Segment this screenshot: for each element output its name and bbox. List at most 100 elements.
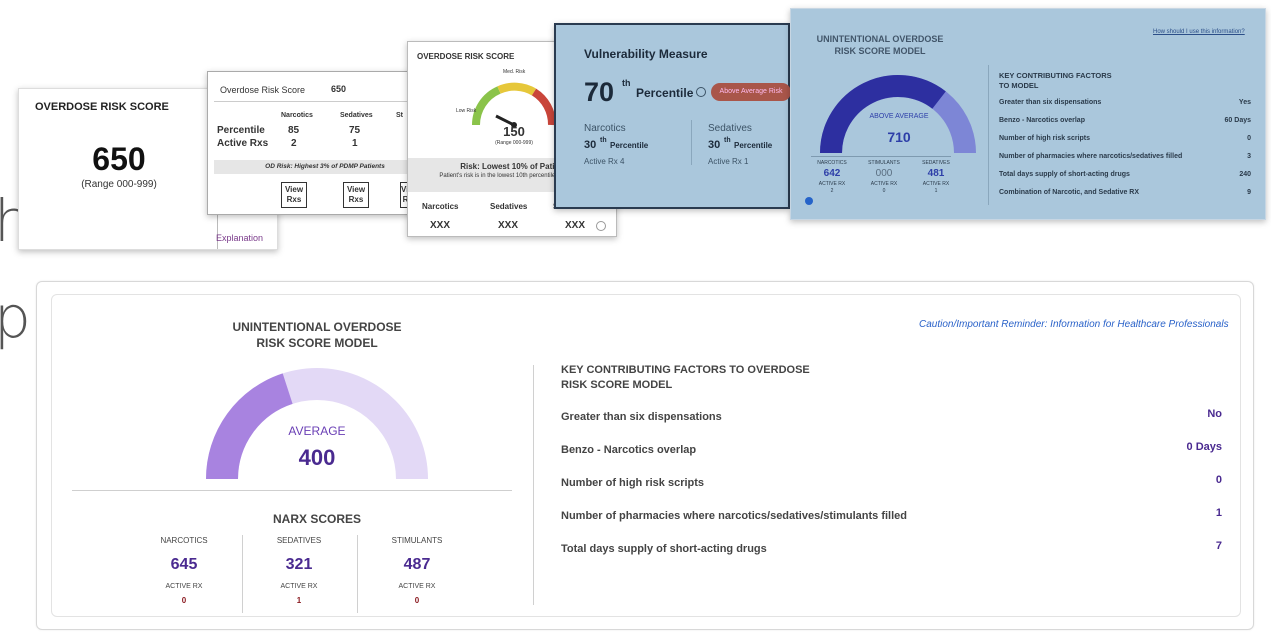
factor-value: No [1207, 408, 1222, 420]
narx-active-value: 0 [882, 188, 886, 194]
narx-value-narcotics: 645 [170, 556, 198, 573]
divider [691, 120, 692, 165]
factor-value: Yes [1238, 99, 1251, 106]
row-label-active-rxs: Active Rxs [217, 138, 269, 149]
card-title: UNINTENTIONAL OVERDOSE RISK SCORE MODEL [811, 33, 949, 57]
gauge-label: AVERAGE [288, 424, 346, 438]
card-title: OVERDOSE RISK SCORE [35, 101, 169, 113]
factor-label: Number of pharmacies where narcotics/sed… [561, 510, 908, 522]
column-value: XXX [565, 220, 586, 231]
percentile-label: Percentile [636, 86, 694, 100]
cell-value: 1 [352, 138, 358, 149]
factor-value: 240 [1239, 171, 1251, 178]
narx-label-narcotics: NARCOTICS [160, 536, 208, 545]
narx-active-label: ACTIVE RX [165, 583, 203, 590]
how-to-use-link[interactable]: How should I use this information? [1153, 29, 1245, 35]
divider [242, 535, 243, 613]
cell-value: 75 [349, 125, 361, 136]
narcotics-active-rx: Active Rx 4 [584, 157, 625, 166]
narx-active-value: 2 [830, 188, 834, 194]
factor-value: 9 [1247, 189, 1251, 196]
info-icon[interactable] [696, 87, 706, 97]
risk-score: 650 [92, 141, 146, 177]
narcotics-percentile-suffix: th [600, 137, 607, 144]
factor-label: Benzo - Narcotics overlap [999, 117, 1085, 124]
sedatives-active-rx: Active Rx 1 [708, 157, 749, 166]
narx-label-stimulants: STIMULANTS [391, 536, 443, 545]
factor-label: Number of high risk scripts [999, 135, 1091, 142]
factors-title-line2: TO MODEL [999, 81, 1039, 90]
divider [988, 65, 989, 205]
narx-label-stimulants: STIMULANTS [868, 160, 900, 166]
score-range: (Range 000-999) [495, 140, 533, 146]
cell-value: 85 [288, 125, 300, 136]
info-icon[interactable] [805, 197, 813, 205]
percentile-suffix: th [622, 78, 631, 88]
caution-link[interactable]: Caution/Important Reminder: Information … [919, 319, 1229, 330]
row-label-percentile: Percentile [217, 125, 265, 136]
panel-inner: UNINTENTIONAL OVERDOSE RISK SCORE MODEL … [51, 294, 1241, 617]
risk-score: 650 [331, 84, 347, 94]
narx-value-stimulants: 487 [403, 556, 431, 573]
factor-label: Benzo - Narcotics overlap [561, 444, 697, 456]
explanation-link[interactable]: Explanation [216, 233, 263, 243]
divider [357, 535, 358, 613]
card-title-line1: UNINTENTIONAL OVERDOSE [816, 34, 944, 44]
unintentional-overdose-card-v1: UNINTENTIONAL OVERDOSE RISK SCORE MODEL … [790, 8, 1266, 220]
narx-value-sedatives: 481 [927, 168, 945, 179]
divider [533, 365, 534, 605]
factor-value: 0 [1247, 135, 1251, 142]
column-header-stimulants: St [396, 112, 403, 119]
sedatives-percentile-label: Percentile [734, 141, 773, 150]
narcotics-percentile-label: Percentile [610, 141, 649, 150]
divider [811, 156, 951, 157]
factors-title-line1: KEY CONTRIBUTING FACTORS [999, 71, 1112, 80]
factor-value: 0 Days [1186, 441, 1222, 453]
factor-label: Total days supply of short-acting drugs [999, 171, 1130, 178]
cell-value: 2 [291, 138, 297, 149]
factor-value: 0 [1215, 474, 1222, 486]
narx-value-sedatives: 321 [285, 556, 313, 573]
narx-scores-title: NARX SCORES [272, 512, 361, 526]
view-rxs-button[interactable]: View Rxs [343, 182, 369, 208]
gauge-value: 400 [298, 445, 336, 470]
gauge-med-label: Med. Risk [503, 69, 526, 75]
narx-active-label: ACTIVE RX [870, 181, 898, 187]
factor-label: Combination of Narcotic, and Sedative RX [999, 189, 1140, 196]
card-title: Vulnerability Measure [584, 47, 708, 61]
risk-note: OD Risk: Highest 3% of PDMP Patients [214, 160, 436, 174]
sedatives-percentile-suffix: th [724, 137, 731, 144]
divider [72, 490, 512, 491]
overdose-risk-panel: UNINTENTIONAL OVERDOSE RISK SCORE MODEL … [36, 281, 1254, 630]
panel-title-line1: UNINTENTIONAL OVERDOSE [232, 320, 402, 334]
narcotics-percentile-value: 30 [584, 139, 597, 151]
gauge-label: ABOVE AVERAGE [869, 113, 929, 120]
factor-value: 60 Days [1224, 117, 1251, 124]
risk-score: 150 [503, 124, 525, 139]
narx-label-sedatives: SEDATIVES [276, 536, 322, 545]
factors-title-line1: KEY CONTRIBUTING FACTORS TO OVERDOSE [561, 364, 810, 376]
view-rxs-button[interactable]: View Rxs [281, 182, 307, 208]
factors-title: KEY CONTRIBUTING FACTORS TO MODEL [999, 71, 1112, 91]
narx-active-label: ACTIVE RX [818, 181, 846, 187]
gauge-value: 710 [887, 129, 911, 145]
factor-value: 1 [1215, 507, 1222, 519]
stray-letter-p: p [0, 283, 31, 351]
info-icon[interactable] [596, 221, 606, 231]
factor-value: 7 [1215, 540, 1222, 552]
narx-value-narcotics: 642 [823, 168, 841, 179]
percentile-value: 70 [584, 77, 615, 107]
panel-title-line2: RISK SCORE MODEL [256, 336, 378, 350]
factor-label: Number of high risk scripts [561, 477, 705, 489]
narx-active-label: ACTIVE RX [922, 181, 950, 187]
risk-gauge [471, 82, 557, 128]
narx-active-value: 1 [934, 188, 938, 194]
narx-label-narcotics: NARCOTICS [817, 160, 847, 166]
narx-active-label: ACTIVE RX [398, 583, 436, 590]
factor-label: Number of pharmacies where narcotics/sed… [999, 153, 1183, 160]
factor-label: Total days supply of short-acting drugs [561, 543, 767, 555]
sedatives-label: Sedatives [708, 123, 752, 134]
narx-active-value: 1 [296, 596, 302, 605]
narx-active-label: ACTIVE RX [280, 583, 318, 590]
column-value: XXX [430, 220, 451, 231]
